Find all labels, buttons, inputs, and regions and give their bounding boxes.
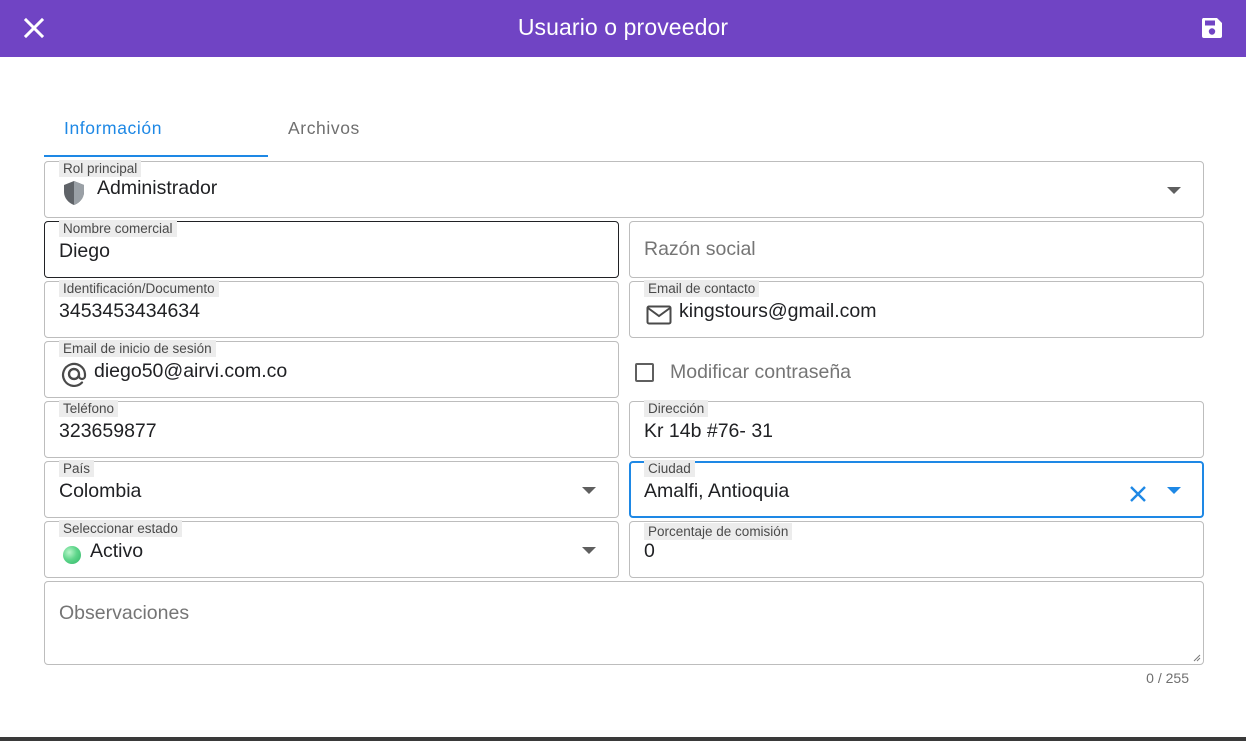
dialog-title: Usuario o proveedor xyxy=(517,14,729,40)
pais-select[interactable]: País Colombia xyxy=(44,460,619,518)
status-dot-icon xyxy=(63,546,81,564)
character-counter: 0 / 255 xyxy=(1146,670,1189,686)
observaciones-textarea[interactable]: Observaciones xyxy=(44,581,1204,665)
clear-button[interactable] xyxy=(1126,482,1150,506)
telefono-value: 323659877 xyxy=(59,420,157,442)
estado-select[interactable]: Seleccionar estado Activo xyxy=(44,520,619,578)
direccion-value: Kr 14b #76- 31 xyxy=(644,420,774,442)
ciudad-value: Amalfi, Antioquia xyxy=(644,480,790,502)
ciudad-select[interactable]: Ciudad Amalfi, Antioquia xyxy=(629,460,1204,518)
tab-archivos[interactable]: Archivos xyxy=(288,103,360,155)
comision-field[interactable]: Porcentaje de comisión 0 xyxy=(629,521,1204,578)
nombre-comercial-field[interactable]: Nombre comercial Diego xyxy=(44,220,619,278)
checkbox-icon[interactable] xyxy=(635,362,654,382)
chevron-down-icon[interactable] xyxy=(1167,486,1181,494)
direccion-field[interactable]: Dirección Kr 14b #76- 31 xyxy=(629,400,1204,458)
observaciones-placeholder: Observaciones xyxy=(59,602,190,624)
razon-social-placeholder: Razón social xyxy=(644,238,756,260)
estado-value: Activo xyxy=(90,540,144,562)
rol-principal-value: Administrador xyxy=(97,177,218,199)
comision-value: 0 xyxy=(644,540,655,562)
razon-social-field[interactable]: Razón social xyxy=(629,221,1204,278)
tab-informacion-general[interactable]: Información general xyxy=(64,103,162,188)
save-button[interactable] xyxy=(1196,12,1228,44)
clear-icon xyxy=(1130,486,1146,502)
telefono-field[interactable]: Teléfono 323659877 xyxy=(44,400,619,458)
mail-icon xyxy=(644,300,674,330)
resize-handle-icon[interactable] xyxy=(1193,654,1201,662)
chevron-down-icon[interactable] xyxy=(582,486,596,494)
user-provider-dialog: Usuario o proveedor Información general … xyxy=(0,0,1246,737)
at-icon xyxy=(59,359,89,389)
dialog-header: Usuario o proveedor xyxy=(0,0,1246,57)
pais-value: Colombia xyxy=(59,480,142,502)
email-contacto-field[interactable]: Email de contacto kingstours@gmail.com xyxy=(629,280,1204,338)
modificar-contrasena-label: Modificar contraseña xyxy=(670,360,852,383)
email-contacto-value: kingstours@gmail.com xyxy=(679,300,877,322)
modificar-contrasena-checkbox[interactable]: Modificar contraseña xyxy=(634,342,1204,402)
email-inicio-value: diego50@airvi.com.co xyxy=(94,360,288,382)
nombre-comercial-value: Diego xyxy=(59,240,110,262)
identificacion-field[interactable]: Identificación/Documento 3453453434634 xyxy=(44,280,619,338)
identificacion-value: 3453453434634 xyxy=(59,300,200,322)
save-icon xyxy=(1201,18,1222,38)
chevron-down-icon[interactable] xyxy=(582,546,596,554)
comision-label: Porcentaje de comisión xyxy=(644,523,793,540)
active-tab-indicator xyxy=(44,155,268,157)
email-inicio-field[interactable]: Email de inicio de sesión diego50@airvi.… xyxy=(44,340,619,398)
rol-principal-select[interactable]: Rol principal Administrador xyxy=(44,160,1204,218)
shield-icon xyxy=(59,178,89,208)
chevron-down-icon[interactable] xyxy=(1167,186,1181,194)
